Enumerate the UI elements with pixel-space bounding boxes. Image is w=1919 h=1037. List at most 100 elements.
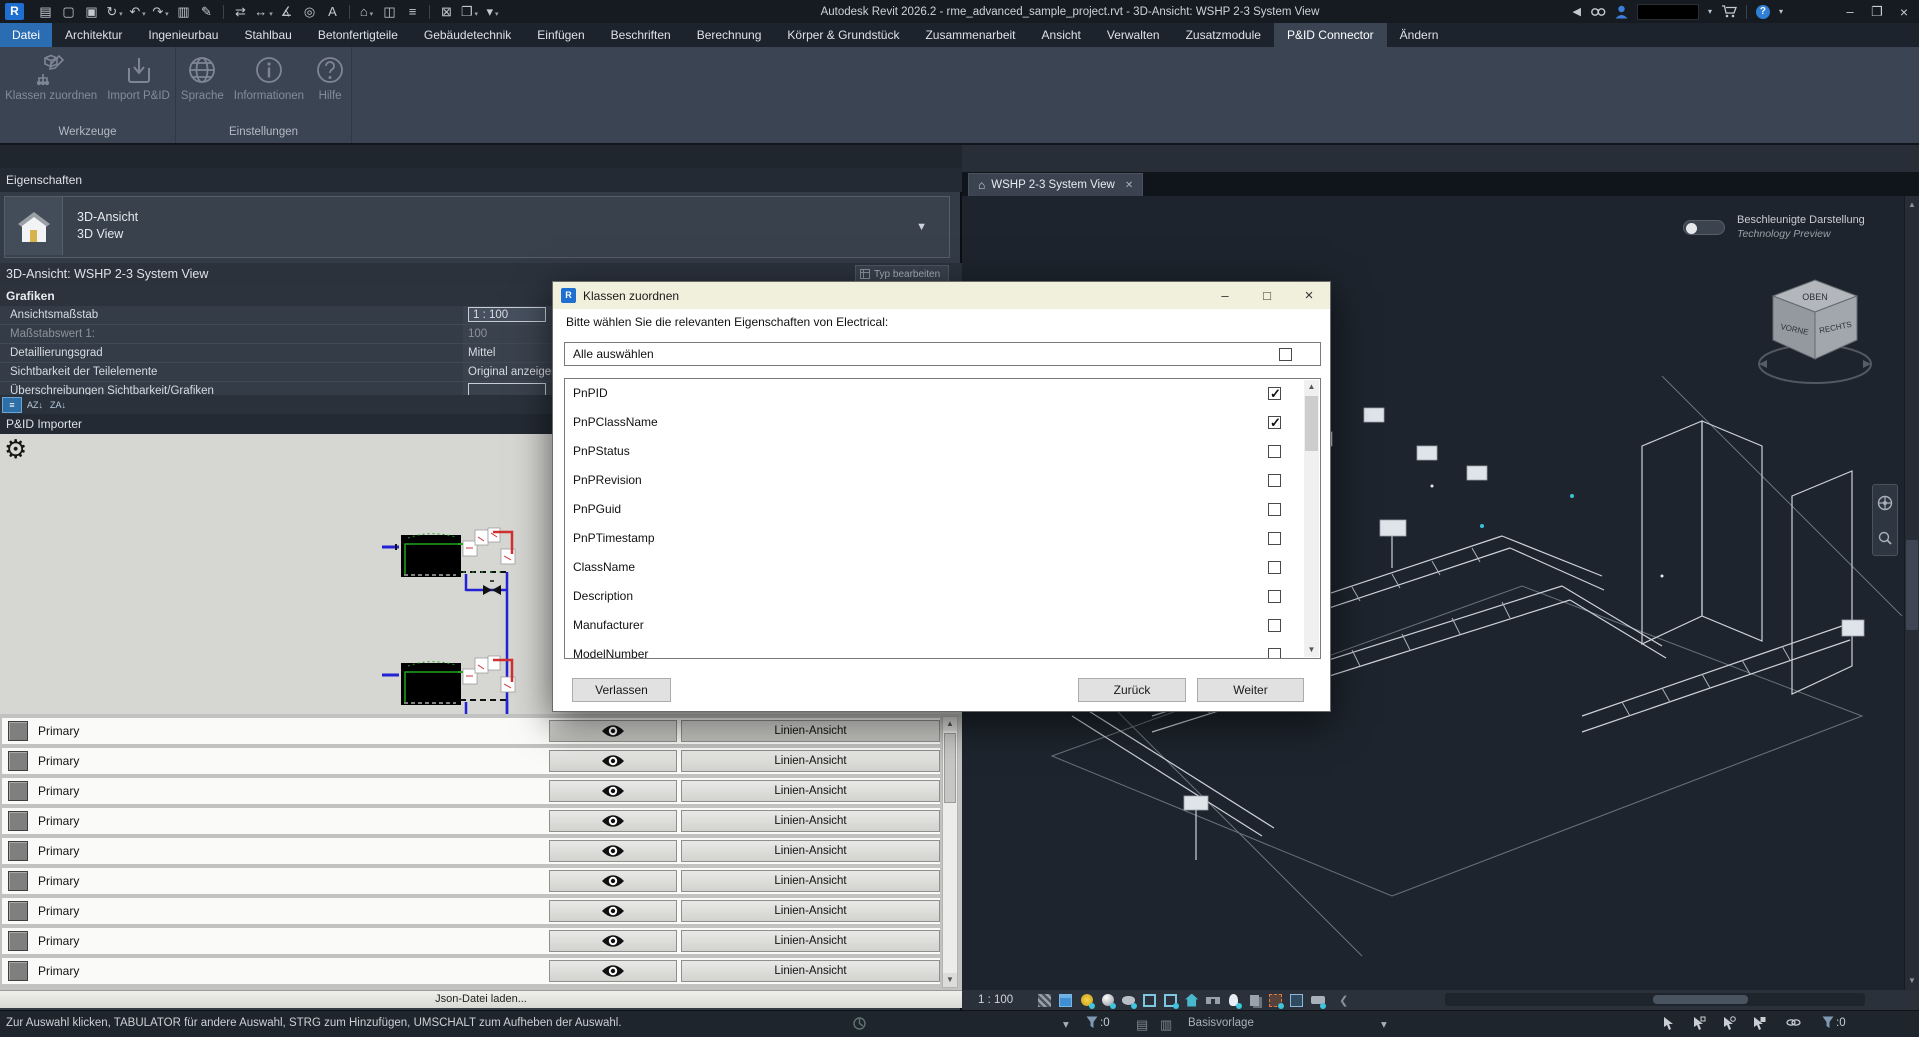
item-checkbox[interactable]: [1268, 474, 1281, 487]
layer-color-swatch[interactable]: [8, 811, 28, 831]
select-underlay-icon[interactable]: [1692, 1016, 1706, 1033]
text-icon[interactable]: A: [323, 4, 342, 19]
tag-icon[interactable]: ◎: [300, 4, 319, 20]
design-option-value[interactable]: Basisvorlage: [1188, 1017, 1254, 1029]
back-button[interactable]: Zurück: [1078, 678, 1186, 702]
information-button[interactable]: Informationen: [230, 52, 308, 104]
table-row[interactable]: Primary Linien-Ansicht: [2, 778, 940, 804]
drag-elements-icon[interactable]: [1786, 1016, 1801, 1032]
layer-color-swatch[interactable]: [8, 721, 28, 741]
item-checkbox[interactable]: [1268, 416, 1281, 429]
revit-logo-icon[interactable]: R: [5, 3, 24, 20]
visual-style-icon[interactable]: [1058, 993, 1073, 1008]
select-all-row[interactable]: Alle auswählen: [564, 342, 1321, 366]
home-view-icon[interactable]: ⌂ ▾: [357, 4, 376, 19]
section-icon[interactable]: ◫: [380, 4, 399, 20]
detail-level-icon[interactable]: [1037, 993, 1052, 1008]
table-row[interactable]: Primary Linien-Ansicht: [2, 748, 940, 774]
scale-control[interactable]: 1 : 100: [978, 994, 1013, 1006]
ribbon-tab[interactable]: Datei: [0, 23, 52, 47]
list-item[interactable]: PnPID: [565, 379, 1320, 408]
item-checkbox[interactable]: [1268, 532, 1281, 545]
list-item[interactable]: PnPStatus: [565, 437, 1320, 466]
save-icon[interactable]: ▣: [82, 4, 101, 20]
ribbon-tab[interactable]: Berechnung: [684, 23, 775, 47]
view-mode-button[interactable]: Linien-Ansicht: [681, 810, 940, 832]
undo-icon[interactable]: ↶ ▾: [128, 4, 147, 20]
list-item[interactable]: PnPGuid: [565, 495, 1320, 524]
reveal-hidden-elements-icon[interactable]: [1226, 993, 1241, 1008]
layer-color-swatch[interactable]: [8, 841, 28, 861]
ribbon-tab[interactable]: Einfügen: [524, 23, 597, 47]
visibility-eye-button[interactable]: [549, 780, 677, 802]
visibility-eye-button[interactable]: [549, 930, 677, 952]
sort-az-button[interactable]: AZ↓: [25, 397, 45, 413]
type-selector-caret-icon[interactable]: ▼: [916, 221, 927, 233]
scrollbar-thumb[interactable]: [944, 733, 956, 803]
scroll-up-icon[interactable]: ▲: [1905, 198, 1919, 212]
ribbon-tab[interactable]: P&ID Connector: [1274, 23, 1387, 47]
render-icon[interactable]: [1121, 993, 1136, 1008]
sort-default-button[interactable]: ≡: [2, 397, 22, 413]
ribbon-tab[interactable]: Körper & Grundstück: [774, 23, 912, 47]
view-mode-button[interactable]: Linien-Ansicht: [681, 780, 940, 802]
properties-panel-header[interactable]: Eigenschaften: [0, 168, 962, 192]
view-mode-button[interactable]: Linien-Ansicht: [681, 720, 940, 742]
table-row[interactable]: Primary Linien-Ansicht: [2, 838, 940, 864]
open-icon[interactable]: ▢: [59, 4, 78, 20]
scrollbar-thumb[interactable]: [1305, 396, 1318, 451]
worksharing-icon[interactable]: [852, 1016, 867, 1034]
search-icon[interactable]: [1590, 6, 1606, 18]
ribbon-tab[interactable]: Stahlbau: [231, 23, 304, 47]
table-row[interactable]: Primary Linien-Ansicht: [2, 868, 940, 894]
vertical-scrollbar[interactable]: ▲ ▼: [1904, 196, 1919, 990]
layer-color-swatch[interactable]: [8, 871, 28, 891]
shadows-icon[interactable]: [1100, 993, 1115, 1008]
item-checkbox[interactable]: [1268, 503, 1281, 516]
item-checkbox[interactable]: [1268, 561, 1281, 574]
sync-icon[interactable]: ↻ ▾: [105, 4, 124, 20]
help-icon[interactable]: ?: [1756, 5, 1770, 19]
visibility-eye-button[interactable]: [549, 840, 677, 862]
ribbon-tab[interactable]: Ändern: [1387, 23, 1452, 47]
item-checkbox[interactable]: [1268, 445, 1281, 458]
ribbon-tab[interactable]: Architektur: [52, 23, 135, 47]
next-button[interactable]: Weiter: [1197, 678, 1304, 702]
accelerated-graphics-toggle[interactable]: [1683, 220, 1725, 235]
design-option-caret-icon[interactable]: ▾: [1063, 1017, 1069, 1031]
layer-color-swatch[interactable]: [8, 961, 28, 981]
ribbon-tab[interactable]: Ansicht: [1029, 23, 1094, 47]
table-row[interactable]: Primary Linien-Ansicht: [2, 958, 940, 984]
visibility-eye-button[interactable]: [549, 750, 677, 772]
highlight-displacement-icon[interactable]: [1289, 993, 1304, 1008]
select-links-icon[interactable]: [1662, 1016, 1676, 1033]
list-item[interactable]: PnPClassName: [565, 408, 1320, 437]
help-caret-icon[interactable]: ▾: [1779, 7, 1783, 16]
list-item[interactable]: Manufacturer: [565, 611, 1320, 640]
view-mode-button[interactable]: Linien-Ansicht: [681, 930, 940, 952]
ribbon-group-label[interactable]: Einstellungen: [176, 123, 351, 143]
dimension-icon[interactable]: ∡: [277, 4, 296, 20]
minimize-button[interactable]: –: [1841, 4, 1859, 19]
dialog-minimize-button[interactable]: –: [1204, 288, 1246, 303]
leave-button[interactable]: Verlassen: [572, 678, 671, 702]
item-checkbox[interactable]: [1268, 619, 1281, 632]
visibility-eye-button[interactable]: [549, 960, 677, 982]
close-button[interactable]: ×: [1895, 4, 1913, 20]
visibility-eye-button[interactable]: [549, 810, 677, 832]
scroll-down-icon[interactable]: ▼: [1905, 974, 1919, 988]
show-crop-region-icon[interactable]: [1163, 993, 1178, 1008]
ribbon-tab[interactable]: Gebäudetechnik: [411, 23, 524, 47]
table-row[interactable]: Primary Linien-Ansicht: [2, 898, 940, 924]
list-item[interactable]: ClassName: [565, 553, 1320, 582]
restore-button[interactable]: ❐: [1868, 4, 1886, 20]
table-row[interactable]: Primary Linien-Ansicht: [2, 928, 940, 954]
item-checkbox[interactable]: [1268, 590, 1281, 603]
thin-lines-icon[interactable]: ≡: [403, 4, 422, 19]
scroll-up-icon[interactable]: ▲: [1304, 380, 1319, 394]
view-mode-button[interactable]: Linien-Ansicht: [681, 750, 940, 772]
collapse-arrow-icon[interactable]: ◀: [1573, 5, 1581, 18]
layer-color-swatch[interactable]: [8, 751, 28, 771]
list-item[interactable]: ModelNumber: [565, 640, 1320, 659]
worksets-icon[interactable]: ▤: [1136, 1017, 1148, 1033]
